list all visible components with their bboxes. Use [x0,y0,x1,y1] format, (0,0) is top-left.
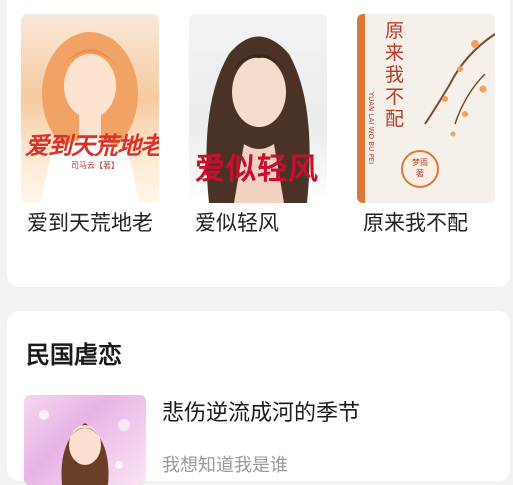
book-title-1[interactable]: 爱到天荒地老 [21,211,159,235]
cover-2-title-art: 爱似轻风 [195,152,319,187]
book-grid-card: 爱到天荒地老 司马云【著】 爱到天荒地老 爱似轻风 爱似轻风 原来我不配 YUA… [7,0,510,287]
cover-3-title-art: 原来我不配 [385,20,405,130]
cover-3-pinyin: YUAN LAI WO BU PEI [367,91,376,165]
cover-3-author: 梦雨 [412,158,428,167]
list-item-desc: 我想知道我是谁 [162,455,288,476]
cover-3-author-suffix: 著 [416,169,424,178]
cover-3-seal: 梦雨 著 [401,150,439,188]
list-item-cover[interactable] [24,395,146,485]
book-card-1[interactable]: 爱到天荒地老 司马云【著】 爱到天荒地老 [21,14,159,235]
cover-1-title-art: 爱到天荒地老 [25,132,159,160]
book-cover-1[interactable]: 爱到天荒地老 司马云【著】 [21,14,159,203]
book-cover-3[interactable]: 原来我不配 YUAN LAI WO BU PEI 梦雨 著 [357,14,495,203]
section-title: 民国虐恋 [26,341,122,369]
cover-1-author: 司马云【著】 [71,161,119,170]
book-cover-2[interactable]: 爱似轻风 [189,14,327,203]
list-item-title[interactable]: 悲伤逆流成河的季节 [162,395,360,427]
book-card-2[interactable]: 爱似轻风 爱似轻风 [189,14,327,235]
book-card-3[interactable]: 原来我不配 YUAN LAI WO BU PEI 梦雨 著 原来我不配 [357,14,495,235]
book-title-3[interactable]: 原来我不配 [357,211,495,235]
section-card: 民国虐恋 悲伤逆流成河的季节 我想知道我是谁 [7,311,510,485]
girl-illustration [41,32,139,203]
girl-illustration [39,410,130,485]
book-title-2[interactable]: 爱似轻风 [189,211,327,235]
